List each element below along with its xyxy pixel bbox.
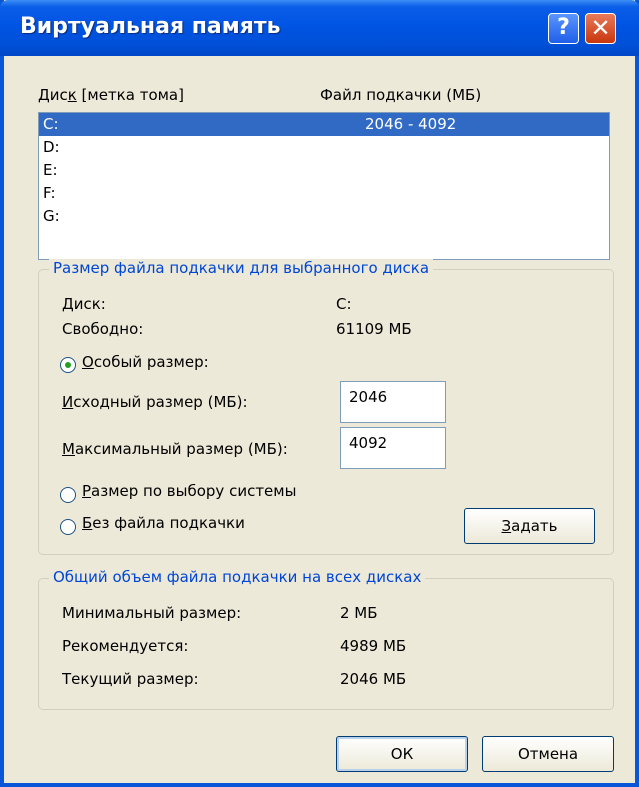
- recommended-label: Рекомендуется:: [62, 637, 189, 655]
- list-item[interactable]: F:: [39, 182, 609, 205]
- header-disk-accesskey: к: [67, 86, 77, 104]
- list-item[interactable]: G:: [39, 205, 609, 228]
- ok-button[interactable]: ОК: [336, 736, 468, 772]
- set-button[interactable]: Задать: [464, 508, 595, 544]
- drive-letter: F:: [43, 184, 56, 202]
- system-managed-label[interactable]: Размер по выбору системы: [82, 482, 296, 500]
- no-paging-file-label[interactable]: Без файла подкачки: [82, 514, 245, 532]
- drive-list[interactable]: C: 2046 - 4092 D: E: F: G:: [38, 112, 610, 260]
- no-paging-file-radio[interactable]: [60, 519, 76, 535]
- max-size-accesskey: М: [62, 440, 75, 458]
- no-paging-file-text: ез файла подкачки: [92, 514, 245, 532]
- set-text: адать: [511, 517, 558, 535]
- totals-legend: Общий объем файла подкачки на всех диска…: [49, 568, 426, 586]
- drive-letter: G:: [43, 207, 60, 225]
- initial-size-accesskey: И: [62, 393, 74, 411]
- max-size-text: аксимальный размер (МБ):: [74, 440, 288, 458]
- recommended-value: 4989 МБ: [340, 637, 407, 655]
- drive-letter: C:: [43, 115, 59, 133]
- free-space-label: Свободно:: [62, 320, 144, 338]
- no-paging-file-accesskey: Б: [82, 514, 93, 532]
- window-title: Виртуальная память: [20, 14, 281, 39]
- min-size-value: 2 МБ: [340, 604, 378, 622]
- close-icon[interactable]: ✕: [585, 13, 616, 44]
- custom-size-text: собый размер:: [93, 353, 209, 371]
- initial-size-text: сходный размер (МБ):: [73, 393, 248, 411]
- max-size-input[interactable]: 4092: [340, 427, 446, 469]
- header-disk-volume-label: [метка тома]: [76, 86, 184, 104]
- header-disk-text: Дис: [38, 86, 68, 104]
- drive-letter: D:: [43, 138, 60, 156]
- system-managed-accesskey: Р: [82, 482, 92, 500]
- min-size-label: Минимальный размер:: [62, 604, 242, 622]
- custom-size-radio[interactable]: [60, 357, 76, 373]
- drive-column-header: Диск [метка тома]: [38, 86, 184, 104]
- help-icon[interactable]: ?: [548, 13, 579, 44]
- current-size-value: 2046 МБ: [340, 670, 407, 688]
- drive-letter: E:: [43, 161, 58, 179]
- initial-size-input[interactable]: 2046: [340, 381, 446, 423]
- title-bar[interactable]: Виртуальная память ? ✕: [0, 0, 639, 56]
- disk-value: C:: [336, 295, 352, 313]
- system-managed-text: азмер по выбору системы: [91, 482, 297, 500]
- cancel-button[interactable]: Отмена: [482, 736, 614, 772]
- system-managed-radio[interactable]: [60, 487, 76, 503]
- custom-size-accesskey: О: [82, 353, 94, 371]
- initial-size-label: Исходный размер (МБ):: [62, 393, 248, 411]
- virtual-memory-dialog: Виртуальная память ? ✕ Диск [метка тома]…: [0, 0, 639, 787]
- set-accesskey: З: [501, 517, 512, 535]
- max-size-label: Максимальный размер (МБ):: [62, 440, 288, 458]
- list-item[interactable]: E:: [39, 159, 609, 182]
- custom-size-label[interactable]: Особый размер:: [82, 353, 209, 371]
- list-item[interactable]: C: 2046 - 4092: [39, 113, 609, 136]
- free-space-value: 61109 МБ: [336, 320, 412, 338]
- swap-column-header: Файл подкачки (МБ): [320, 86, 482, 104]
- swap-size: 2046 - 4092: [365, 115, 457, 133]
- list-item[interactable]: D:: [39, 136, 609, 159]
- selected-drive-legend: Размер файла подкачки для выбранного дис…: [49, 259, 434, 277]
- current-size-label: Текущий размер:: [62, 670, 199, 688]
- disk-label: Диск:: [62, 295, 106, 313]
